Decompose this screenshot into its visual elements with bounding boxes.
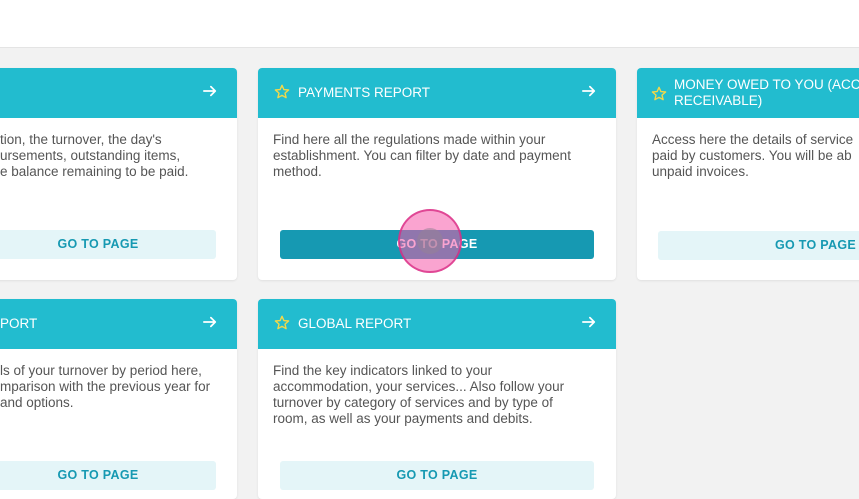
top-bar	[0, 0, 859, 48]
star-outline-icon[interactable]	[274, 84, 290, 100]
card-header[interactable]: GLOBAL REPORT	[258, 299, 616, 349]
card-title: MONEY OWED TO YOU (ACCO RECEIVABLE)	[674, 77, 859, 108]
report-card: PORT ls of your turnover by period here,…	[0, 299, 237, 499]
card-description: ls of your turnover by period here, mpar…	[0, 363, 211, 410]
arrow-right-icon[interactable]	[203, 84, 219, 100]
card-description: tion, the turnover, the day's ursements,…	[0, 132, 189, 179]
card-title: GLOBAL REPORT	[298, 316, 412, 331]
go-to-page-button[interactable]: GO TO PAGE	[280, 461, 594, 490]
card-title: PORT	[0, 316, 38, 331]
click-indicator-dot	[417, 228, 443, 254]
go-to-page-button[interactable]: GO TO PAGE	[0, 230, 216, 259]
arrow-right-icon[interactable]	[582, 315, 598, 331]
go-to-page-button[interactable]: GO TO PAGE	[658, 231, 859, 260]
card-description: Find here all the regulations made withi…	[273, 132, 571, 179]
report-card: tion, the turnover, the day's ursements,…	[0, 68, 237, 280]
arrow-right-icon[interactable]	[582, 84, 598, 100]
card-header[interactable]: MONEY OWED TO YOU (ACCO RECEIVABLE)	[637, 68, 859, 118]
card-description: Find the key indicators linked to your a…	[273, 363, 565, 426]
star-outline-icon[interactable]	[651, 86, 667, 102]
arrow-right-icon[interactable]	[203, 315, 219, 331]
click-indicator	[398, 209, 462, 273]
card-description: Access here the details of service paid …	[652, 132, 854, 179]
report-card-global: GLOBAL REPORT Find the key indicators li…	[258, 299, 616, 499]
go-to-page-button[interactable]: GO TO PAGE	[0, 461, 216, 490]
card-header[interactable]	[0, 68, 237, 118]
card-title: PAYMENTS REPORT	[298, 85, 431, 100]
card-header[interactable]: PAYMENTS REPORT	[258, 68, 616, 118]
star-outline-icon[interactable]	[274, 315, 290, 331]
card-header[interactable]: PORT	[0, 299, 237, 349]
report-card-money-owed: MONEY OWED TO YOU (ACCO RECEIVABLE) Acce…	[637, 68, 859, 280]
